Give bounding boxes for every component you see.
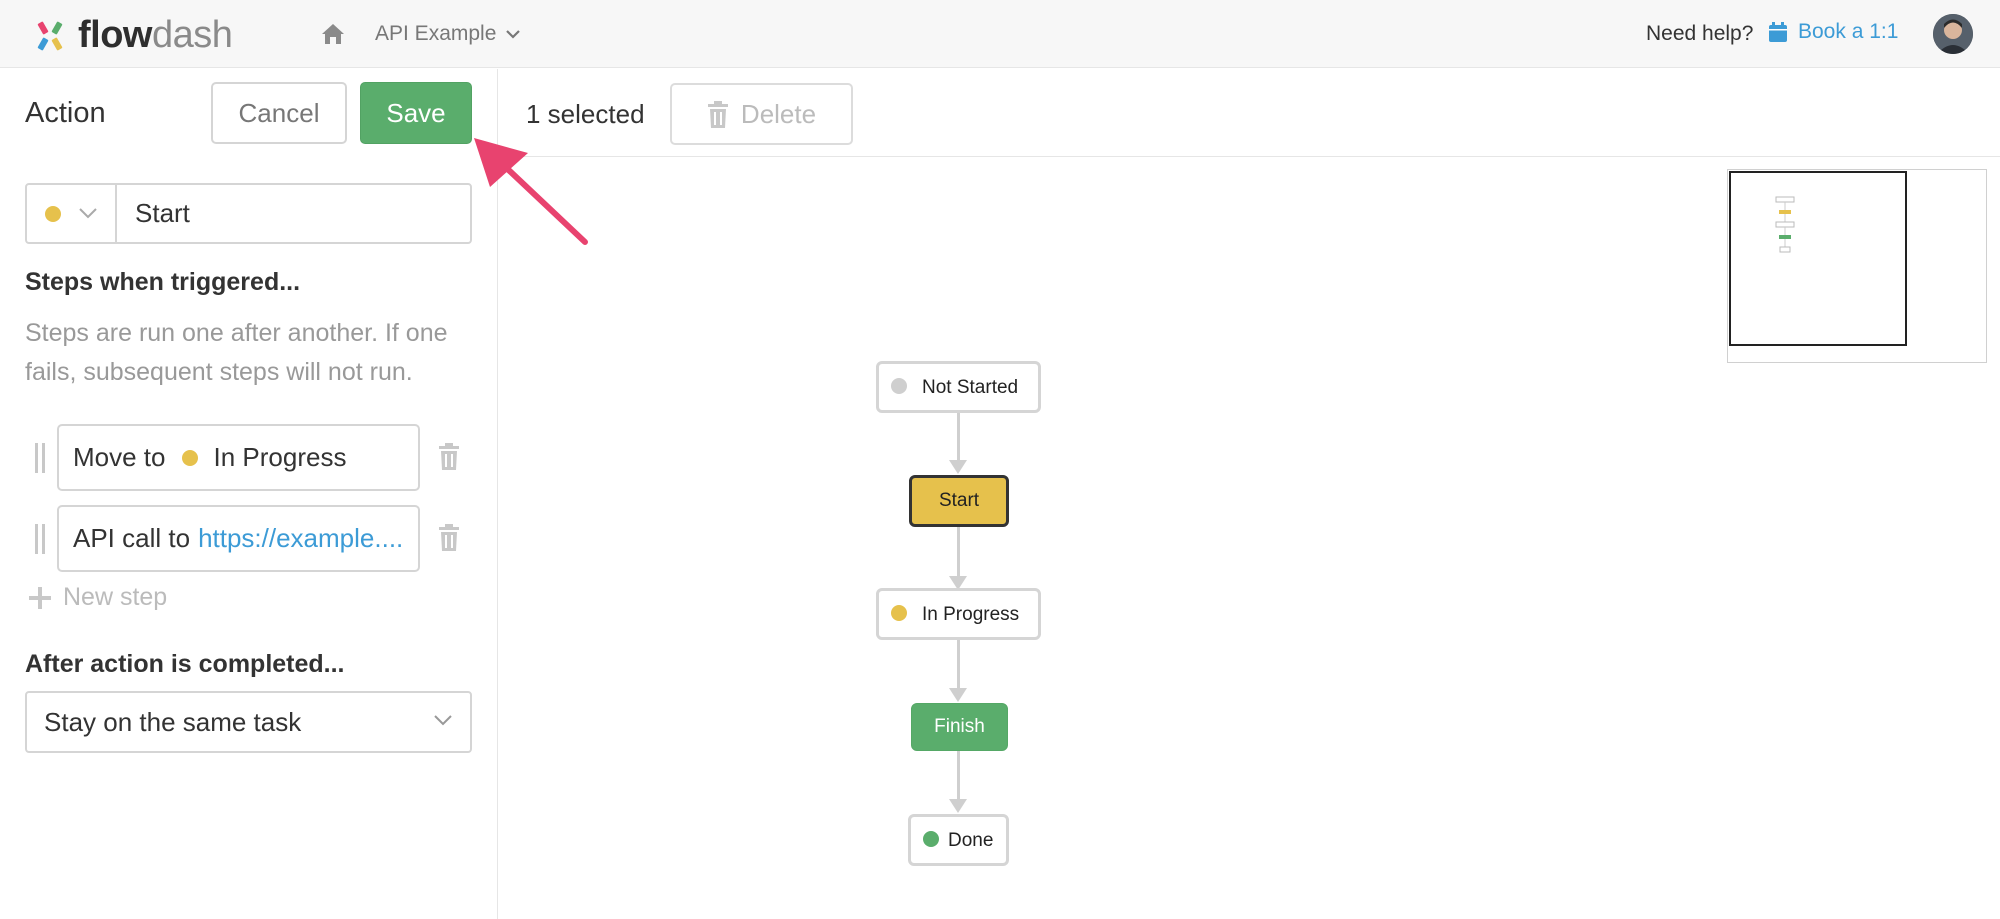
book-call-label: Book a 1:1	[1798, 20, 1899, 43]
status-dot	[891, 378, 907, 394]
new-step-label: New step	[63, 583, 168, 611]
state-node-in-progress[interactable]: In Progress	[876, 588, 1041, 640]
drag-handle-icon[interactable]	[35, 443, 47, 473]
delete-label: Delete	[740, 98, 817, 129]
project-switcher[interactable]: API Example	[375, 22, 521, 46]
after-action-select[interactable]: Stay on the same task	[25, 691, 472, 753]
status-dot	[181, 449, 198, 466]
node-label: In Progress	[922, 604, 1020, 625]
user-avatar[interactable]	[1933, 14, 1973, 54]
trash-icon[interactable]	[438, 524, 460, 551]
cancel-button[interactable]: Cancel	[211, 82, 347, 144]
drag-handle-icon[interactable]	[35, 524, 47, 554]
node-label: Done	[948, 830, 994, 851]
action-editor-panel: Action Cancel Save Steps when triggered.…	[0, 69, 498, 919]
step-target: In Progress	[213, 442, 347, 472]
minimap-viewport[interactable]	[1729, 171, 1907, 346]
action-color-picker[interactable]	[27, 185, 117, 242]
brand-name: flowdash	[78, 14, 233, 56]
trash-icon[interactable]	[438, 443, 460, 470]
save-button[interactable]: Save	[360, 82, 472, 144]
action-node-start[interactable]: Start	[909, 475, 1009, 527]
steps-heading: Steps when triggered...	[25, 268, 301, 296]
step-move-to[interactable]: Move to In Progress	[57, 424, 420, 491]
chevron-down-icon	[434, 715, 452, 726]
flow-arrowhead	[949, 799, 967, 813]
step-url-link: https://example....	[198, 523, 404, 553]
selection-count: 1 selected	[526, 99, 645, 129]
book-call-link[interactable]: Book a 1:1	[1768, 20, 1898, 44]
calendar-icon	[1769, 22, 1787, 42]
flowdash-logo-icon	[37, 21, 63, 50]
flow-arrowhead	[949, 688, 967, 702]
help-text: Need help?	[1646, 22, 1754, 45]
step-api-call[interactable]: API call to https://example....	[57, 505, 420, 572]
plus-icon	[29, 586, 51, 609]
color-dot	[45, 205, 61, 222]
flow-edge	[957, 413, 960, 460]
flowdash-logo[interactable]: flowdash	[36, 14, 233, 57]
flow-edge	[957, 751, 960, 799]
project-name: API Example	[375, 22, 497, 45]
state-node-not-started[interactable]: Not Started	[876, 361, 1041, 413]
top-bar: flowdash API Example Need help? Book a 1…	[0, 0, 2000, 68]
flow-edge	[957, 640, 960, 688]
avatar-image	[1933, 14, 1973, 54]
home-icon[interactable]	[320, 22, 346, 46]
node-label: Not Started	[922, 377, 1019, 398]
status-dot	[923, 831, 939, 847]
new-step-button[interactable]: New step	[29, 583, 167, 612]
trash-icon	[707, 100, 728, 128]
status-dot	[891, 605, 907, 621]
step-prefix: Move to	[73, 442, 166, 472]
annotation-arrow	[474, 138, 588, 245]
chevron-down-icon	[506, 30, 521, 39]
chevron-down-icon	[79, 208, 97, 219]
steps-description: Steps are run one after another. If one …	[25, 319, 448, 386]
after-action-value: Stay on the same task	[44, 706, 302, 737]
action-node-finish[interactable]: Finish	[911, 703, 1008, 751]
action-name-input[interactable]	[117, 185, 470, 242]
state-node-done[interactable]: Done	[908, 814, 1009, 866]
action-name-row	[25, 183, 472, 244]
panel-title: Action	[25, 97, 106, 129]
flow-arrowhead	[949, 460, 967, 474]
flow-edge	[957, 527, 960, 576]
step-prefix: API call to	[73, 523, 191, 553]
after-action-heading: After action is completed...	[25, 650, 345, 678]
delete-button[interactable]: Delete	[670, 83, 853, 145]
